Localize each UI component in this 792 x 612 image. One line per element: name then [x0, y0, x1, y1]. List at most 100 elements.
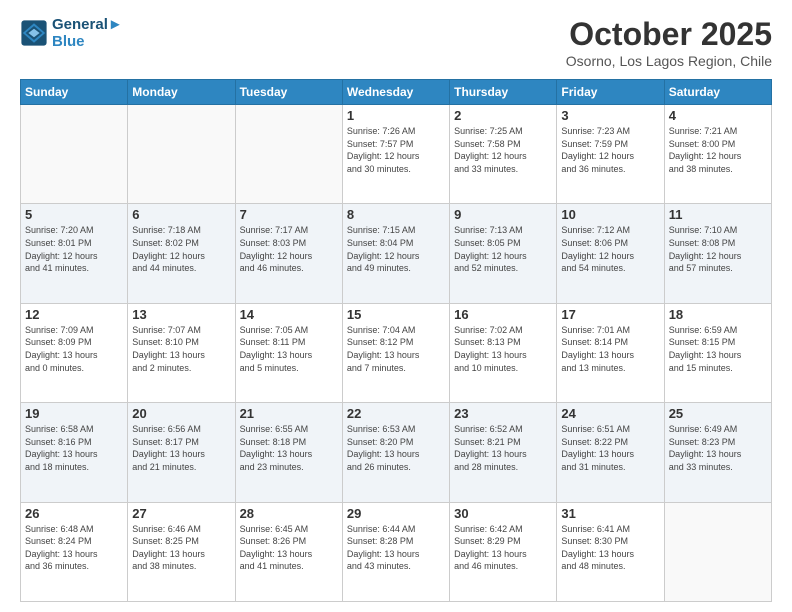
calendar-cell: 26 Sunrise: 6:48 AM Sunset: 8:24 PM Dayli…: [21, 502, 128, 601]
day-info: Sunrise: 6:48 AM Sunset: 8:24 PM Dayligh…: [25, 523, 123, 573]
calendar-cell: 4 Sunrise: 7:21 AM Sunset: 8:00 PM Daylig…: [664, 105, 771, 204]
logo-text: General► Blue: [52, 16, 123, 50]
day-number: 15: [347, 307, 445, 322]
day-number: 13: [132, 307, 230, 322]
calendar-cell: [664, 502, 771, 601]
day-number: 26: [25, 506, 123, 521]
day-info: Sunrise: 6:53 AM Sunset: 8:20 PM Dayligh…: [347, 423, 445, 473]
weekday-header-tuesday: Tuesday: [235, 80, 342, 105]
calendar-cell: 31 Sunrise: 6:41 AM Sunset: 8:30 PM Dayli…: [557, 502, 664, 601]
day-info: Sunrise: 6:58 AM Sunset: 8:16 PM Dayligh…: [25, 423, 123, 473]
day-number: 2: [454, 108, 552, 123]
day-info: Sunrise: 6:41 AM Sunset: 8:30 PM Dayligh…: [561, 523, 659, 573]
day-number: 31: [561, 506, 659, 521]
week-row-3: 12 Sunrise: 7:09 AM Sunset: 8:09 PM Dayli…: [21, 303, 772, 402]
day-info: Sunrise: 7:04 AM Sunset: 8:12 PM Dayligh…: [347, 324, 445, 374]
calendar-cell: 29Sunrise: 6:44 AM Sunset: 8:28 PM Dayli…: [342, 502, 449, 601]
calendar-cell: 10Sunrise: 7:12 AM Sunset: 8:06 PM Dayli…: [557, 204, 664, 303]
calendar-cell: 23Sunrise: 6:52 AM Sunset: 8:21 PM Dayli…: [450, 403, 557, 502]
week-row-2: 5Sunrise: 7:20 AM Sunset: 8:01 PM Daylig…: [21, 204, 772, 303]
calendar-cell: 20 Sunrise: 6:56 AM Sunset: 8:17 PM Dayli…: [128, 403, 235, 502]
calendar-cell: 13 Sunrise: 7:07 AM Sunset: 8:10 PM Dayli…: [128, 303, 235, 402]
calendar-cell: 25 Sunrise: 6:49 AM Sunset: 8:23 PM Dayli…: [664, 403, 771, 502]
calendar-cell: 17Sunrise: 7:01 AM Sunset: 8:14 PM Dayli…: [557, 303, 664, 402]
day-number: 11: [669, 207, 767, 222]
day-info: Sunrise: 7:09 AM Sunset: 8:09 PM Dayligh…: [25, 324, 123, 374]
calendar-cell: 15 Sunrise: 7:04 AM Sunset: 8:12 PM Dayli…: [342, 303, 449, 402]
calendar-cell: 22 Sunrise: 6:53 AM Sunset: 8:20 PM Dayli…: [342, 403, 449, 502]
day-info: Sunrise: 7:15 AM Sunset: 8:04 PM Dayligh…: [347, 224, 445, 274]
day-number: 27: [132, 506, 230, 521]
day-info: Sunrise: 6:59 AM Sunset: 8:15 PM Dayligh…: [669, 324, 767, 374]
day-number: 9: [454, 207, 552, 222]
day-number: 28: [240, 506, 338, 521]
weekday-header-thursday: Thursday: [450, 80, 557, 105]
weekday-header-sunday: Sunday: [21, 80, 128, 105]
day-info: Sunrise: 7:21 AM Sunset: 8:00 PM Dayligh…: [669, 125, 767, 175]
location: Osorno, Los Lagos Region, Chile: [566, 53, 772, 69]
day-info: Sunrise: 7:23 AM Sunset: 7:59 PM Dayligh…: [561, 125, 659, 175]
day-info: Sunrise: 6:56 AM Sunset: 8:17 PM Dayligh…: [132, 423, 230, 473]
calendar-cell: 21 Sunrise: 6:55 AM Sunset: 8:18 PM Dayli…: [235, 403, 342, 502]
calendar-cell: 1Sunrise: 7:26 AM Sunset: 7:57 PM Daylig…: [342, 105, 449, 204]
month-title: October 2025: [566, 16, 772, 53]
day-info: Sunrise: 6:52 AM Sunset: 8:21 PM Dayligh…: [454, 423, 552, 473]
weekday-header-monday: Monday: [128, 80, 235, 105]
calendar-cell: 6Sunrise: 7:18 AM Sunset: 8:02 PM Daylig…: [128, 204, 235, 303]
day-number: 16: [454, 307, 552, 322]
calendar-cell: 3 Sunrise: 7:23 AM Sunset: 7:59 PM Daylig…: [557, 105, 664, 204]
calendar-cell: 28 Sunrise: 6:45 AM Sunset: 8:26 PM Dayli…: [235, 502, 342, 601]
title-area: October 2025 Osorno, Los Lagos Region, C…: [566, 16, 772, 69]
day-info: Sunrise: 7:10 AM Sunset: 8:08 PM Dayligh…: [669, 224, 767, 274]
day-info: Sunrise: 6:46 AM Sunset: 8:25 PM Dayligh…: [132, 523, 230, 573]
calendar-cell: 18Sunrise: 6:59 AM Sunset: 8:15 PM Dayli…: [664, 303, 771, 402]
calendar-cell: 19 Sunrise: 6:58 AM Sunset: 8:16 PM Dayli…: [21, 403, 128, 502]
calendar-cell: [128, 105, 235, 204]
day-info: Sunrise: 6:42 AM Sunset: 8:29 PM Dayligh…: [454, 523, 552, 573]
calendar-cell: 9 Sunrise: 7:13 AM Sunset: 8:05 PM Daylig…: [450, 204, 557, 303]
logo: General► Blue: [20, 16, 123, 50]
calendar-cell: 11 Sunrise: 7:10 AM Sunset: 8:08 PM Dayli…: [664, 204, 771, 303]
week-row-4: 19 Sunrise: 6:58 AM Sunset: 8:16 PM Dayli…: [21, 403, 772, 502]
day-number: 4: [669, 108, 767, 123]
day-number: 24: [561, 406, 659, 421]
calendar-cell: 27 Sunrise: 6:46 AM Sunset: 8:25 PM Dayli…: [128, 502, 235, 601]
day-number: 30: [454, 506, 552, 521]
header: General► Blue October 2025 Osorno, Los L…: [20, 16, 772, 69]
day-number: 7: [240, 207, 338, 222]
week-row-1: 1Sunrise: 7:26 AM Sunset: 7:57 PM Daylig…: [21, 105, 772, 204]
day-info: Sunrise: 6:55 AM Sunset: 8:18 PM Dayligh…: [240, 423, 338, 473]
day-number: 12: [25, 307, 123, 322]
day-info: Sunrise: 6:44 AM Sunset: 8:28 PM Dayligh…: [347, 523, 445, 573]
day-number: 21: [240, 406, 338, 421]
calendar-cell: [21, 105, 128, 204]
calendar-cell: [235, 105, 342, 204]
day-number: 14: [240, 307, 338, 322]
day-number: 6: [132, 207, 230, 222]
day-number: 19: [25, 406, 123, 421]
calendar-cell: 24Sunrise: 6:51 AM Sunset: 8:22 PM Dayli…: [557, 403, 664, 502]
day-number: 20: [132, 406, 230, 421]
calendar-cell: 16Sunrise: 7:02 AM Sunset: 8:13 PM Dayli…: [450, 303, 557, 402]
calendar-cell: 8Sunrise: 7:15 AM Sunset: 8:04 PM Daylig…: [342, 204, 449, 303]
calendar-cell: 7Sunrise: 7:17 AM Sunset: 8:03 PM Daylig…: [235, 204, 342, 303]
weekday-header-row: SundayMondayTuesdayWednesdayThursdayFrid…: [21, 80, 772, 105]
page: General► Blue October 2025 Osorno, Los L…: [0, 0, 792, 612]
day-info: Sunrise: 7:07 AM Sunset: 8:10 PM Dayligh…: [132, 324, 230, 374]
day-info: Sunrise: 7:25 AM Sunset: 7:58 PM Dayligh…: [454, 125, 552, 175]
day-number: 22: [347, 406, 445, 421]
day-info: Sunrise: 6:49 AM Sunset: 8:23 PM Dayligh…: [669, 423, 767, 473]
calendar: SundayMondayTuesdayWednesdayThursdayFrid…: [20, 79, 772, 602]
day-info: Sunrise: 6:45 AM Sunset: 8:26 PM Dayligh…: [240, 523, 338, 573]
day-info: Sunrise: 7:05 AM Sunset: 8:11 PM Dayligh…: [240, 324, 338, 374]
calendar-cell: 2 Sunrise: 7:25 AM Sunset: 7:58 PM Daylig…: [450, 105, 557, 204]
day-info: Sunrise: 7:20 AM Sunset: 8:01 PM Dayligh…: [25, 224, 123, 274]
calendar-cell: 12 Sunrise: 7:09 AM Sunset: 8:09 PM Dayli…: [21, 303, 128, 402]
calendar-cell: 5Sunrise: 7:20 AM Sunset: 8:01 PM Daylig…: [21, 204, 128, 303]
weekday-header-saturday: Saturday: [664, 80, 771, 105]
calendar-cell: 30 Sunrise: 6:42 AM Sunset: 8:29 PM Dayli…: [450, 502, 557, 601]
day-number: 25: [669, 406, 767, 421]
day-number: 3: [561, 108, 659, 123]
day-number: 17: [561, 307, 659, 322]
day-info: Sunrise: 7:13 AM Sunset: 8:05 PM Dayligh…: [454, 224, 552, 274]
